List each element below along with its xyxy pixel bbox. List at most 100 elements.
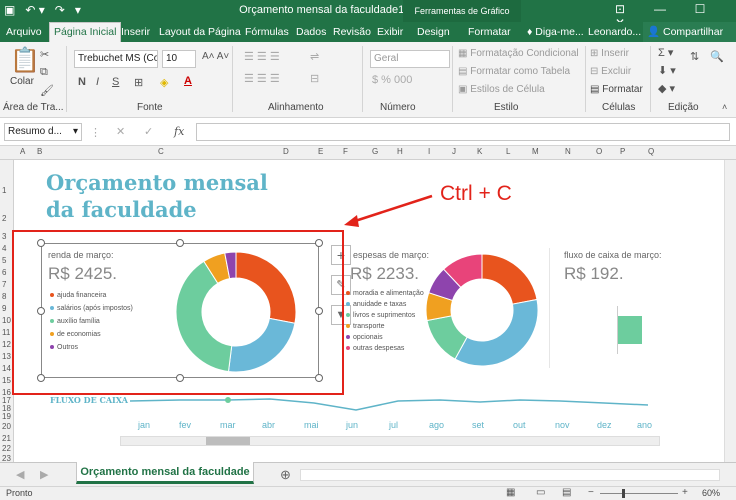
borders-icon[interactable]: ⊞ [134, 76, 143, 89]
dashboard-horizontal-scrollbar[interactable] [120, 436, 660, 446]
row-header[interactable]: 15 [2, 376, 11, 385]
enter-icon[interactable]: ✓ [144, 125, 153, 138]
row-header[interactable]: 19 [2, 412, 11, 421]
column-header[interactable]: J [452, 147, 456, 156]
column-header[interactable]: A [20, 147, 25, 156]
zoom-thumb[interactable] [622, 489, 625, 498]
row-header[interactable]: 12 [2, 340, 11, 349]
format-table-button[interactable]: ▤ Formatar como Tabela [458, 66, 570, 77]
scroll-thumb[interactable] [206, 437, 250, 445]
row-header[interactable]: 11 [2, 328, 10, 337]
row-header[interactable]: 22 [2, 444, 11, 453]
format-painter-icon[interactable]: 🖌 [40, 84, 54, 97]
row-header[interactable]: 3 [2, 232, 6, 241]
cancel-icon[interactable]: ✕ [116, 125, 125, 138]
currency-icon[interactable]: $ % 000 [372, 74, 412, 86]
zoom-in-icon[interactable]: + [682, 487, 688, 498]
row-header[interactable]: 9 [2, 304, 6, 313]
sheet-tab-active[interactable]: Orçamento mensal da faculdade [76, 462, 254, 484]
cell-styles-button[interactable]: ▣ Estilos de Célula [458, 84, 545, 95]
row-header[interactable]: 7 [2, 280, 6, 289]
copy-icon[interactable]: ⧉ [40, 66, 48, 79]
find-icon[interactable]: 🔍 [710, 50, 724, 63]
align-top-icon[interactable]: ☰ ☰ ☰ [244, 50, 280, 63]
donut-slice[interactable] [454, 298, 539, 367]
row-header[interactable]: 6 [2, 268, 6, 277]
name-box[interactable]: Resumo d... ▾ [4, 123, 82, 141]
donut-slice[interactable] [481, 253, 538, 305]
column-header[interactable]: N [565, 147, 571, 156]
tab-formulas[interactable]: Fórmulas [245, 26, 289, 38]
tab-arquivo[interactable]: Arquivo [6, 26, 42, 38]
next-sheet-icon[interactable]: ▶ [40, 468, 48, 481]
row-header[interactable]: 2 [2, 214, 6, 223]
column-header[interactable]: M [532, 147, 539, 156]
column-header[interactable]: C [158, 147, 164, 156]
tab-dados[interactable]: Dados [296, 26, 326, 38]
page-break-icon[interactable]: ▤ [562, 487, 571, 498]
clear-icon[interactable]: ◆ ▾ [658, 82, 675, 95]
row-header[interactable]: 14 [2, 364, 11, 373]
tab-inserir[interactable]: Inserir [121, 26, 150, 38]
redo-icon[interactable]: ↷ [55, 3, 65, 17]
column-header[interactable]: L [506, 147, 510, 156]
font-size-select[interactable]: 10 [162, 50, 196, 68]
row-header[interactable]: 10 [2, 316, 11, 325]
minimize-icon[interactable]: — [640, 2, 680, 16]
row-header[interactable]: 21 [2, 434, 11, 443]
paste-label[interactable]: Colar [10, 76, 34, 87]
row-header[interactable]: 8 [2, 292, 6, 301]
font-color-icon[interactable]: A [184, 75, 192, 87]
tab-exibir[interactable]: Exibir [377, 26, 403, 38]
number-format-select[interactable]: Geral [370, 50, 450, 68]
fill-icon[interactable]: ⬇ ▾ [658, 64, 676, 77]
italic-icon[interactable]: I [96, 76, 99, 88]
tab-design[interactable]: Design [417, 26, 450, 38]
formula-input[interactable] [196, 123, 730, 141]
tab-pagina-inicial[interactable]: Página Inicial [49, 22, 122, 42]
tell-me-input[interactable]: ♦ Diga-me... [527, 26, 584, 38]
user-name[interactable]: Leonardo... [588, 26, 641, 38]
insert-cells-button[interactable]: ⊞ Inserir [590, 48, 629, 59]
wrap-text-icon[interactable]: ⇌ [310, 50, 319, 63]
cut-icon[interactable]: ✂ [40, 48, 49, 61]
zoom-level[interactable]: 60% [702, 488, 720, 498]
add-sheet-icon[interactable]: ⊕ [280, 467, 291, 483]
align-left-icon[interactable]: ☰ ☰ ☰ [244, 72, 280, 85]
tab-layout[interactable]: Layout da Página [159, 26, 241, 38]
column-header[interactable]: O [596, 147, 602, 156]
column-header[interactable]: G [372, 147, 378, 156]
fx-icon[interactable]: fx [174, 125, 184, 138]
sheet-horizontal-scrollbar[interactable] [300, 469, 720, 481]
bold-icon[interactable]: N [78, 76, 86, 88]
column-header[interactable]: B [37, 147, 42, 156]
fill-color-icon[interactable]: ◈ [160, 76, 168, 89]
sort-filter-icon[interactable]: ⇅ [690, 50, 699, 63]
column-header[interactable]: K [477, 147, 482, 156]
column-header[interactable]: H [397, 147, 403, 156]
column-header[interactable]: P [620, 147, 625, 156]
underline-icon[interactable]: S [112, 76, 119, 88]
column-header[interactable]: I [428, 147, 430, 156]
column-header[interactable]: F [343, 147, 348, 156]
column-header[interactable]: Q [648, 147, 654, 156]
row-header[interactable]: 4 [2, 244, 6, 253]
tab-formatar[interactable]: Formatar [468, 26, 511, 38]
page-layout-icon[interactable]: ▭ [536, 487, 545, 498]
save-icon[interactable]: ▣ [4, 3, 15, 17]
paste-icon[interactable]: 📋 [10, 46, 40, 75]
previous-sheet-icon[interactable]: ◀ [16, 468, 24, 481]
row-header[interactable]: 5 [2, 256, 6, 265]
zoom-slider[interactable] [600, 493, 678, 494]
merge-icon[interactable]: ⊟ [310, 72, 319, 85]
share-button[interactable]: 👤 Compartilhar [643, 22, 736, 42]
ribbon-display-icon[interactable]: ⊡ [600, 2, 640, 16]
conditional-format-button[interactable]: ▦ Formatação Condicional [458, 48, 579, 59]
tab-revisao[interactable]: Revisão [333, 26, 371, 38]
maximize-icon[interactable]: ☐ [680, 2, 720, 16]
row-header[interactable]: 1 [2, 186, 6, 195]
autosum-icon[interactable]: Σ ▾ [658, 46, 673, 59]
normal-view-icon[interactable]: ▦ [506, 487, 515, 498]
row-header[interactable]: 13 [2, 352, 11, 361]
expenses-donut-chart[interactable] [424, 252, 540, 368]
